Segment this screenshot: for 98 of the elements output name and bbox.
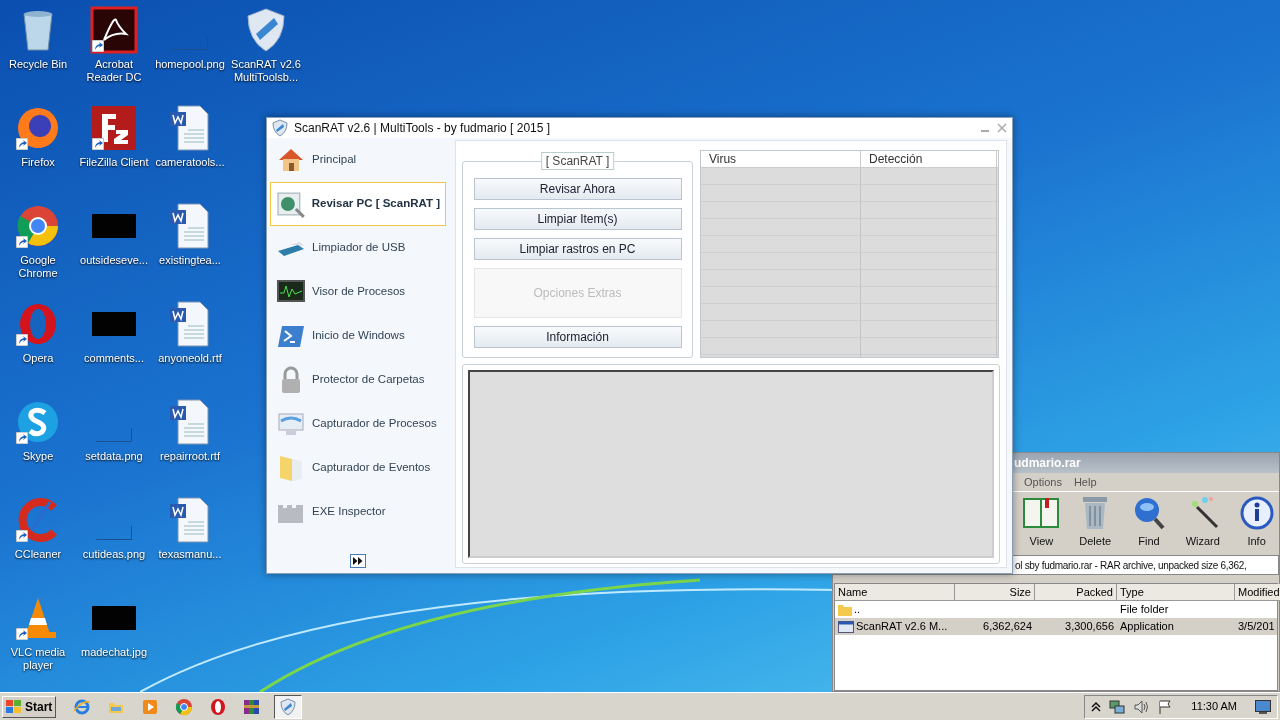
- image-file-icon: [172, 36, 208, 50]
- browser-e-icon: [73, 697, 92, 716]
- toolbar-button[interactable]: View: [1019, 494, 1064, 549]
- shortcut-arrow-icon: [16, 138, 28, 150]
- table-cell-text: ScanRAT v2.6 M...: [856, 619, 948, 635]
- play-icon: [141, 697, 160, 716]
- menu-item[interactable]: Options: [1024, 473, 1062, 491]
- desktop-icon-label: Google Chrome: [17, 254, 59, 280]
- group-title: [ ScanRAT ]: [540, 152, 615, 170]
- desktop-icon-label: VLC media player: [9, 646, 67, 672]
- image-file-icon: [92, 214, 136, 238]
- image-file-icon: [92, 312, 136, 336]
- shortcut-arrow-icon: [16, 236, 28, 248]
- shortcut-arrow-icon: [16, 432, 28, 444]
- folder-icon: [838, 603, 852, 616]
- table-cell-text: 3/5/201: [1238, 619, 1275, 635]
- shortcut-arrow-icon: [16, 334, 28, 346]
- archive-path-text: ol sby fudmario.rar - RAR archive, unpacked size 6,362,: [1015, 558, 1247, 573]
- opera-icon: [209, 697, 228, 716]
- filezilla-icon: [90, 104, 138, 152]
- desktop-icon-label: FileZilla Client: [78, 156, 150, 169]
- action-button[interactable]: Limpiar rastros en PC: [473, 238, 682, 260]
- desktop-icon-label: outsideseve...: [79, 254, 149, 267]
- window-title: udmario.rar: [1014, 455, 1081, 472]
- desktop-icon-label: repairroot.rtf: [159, 450, 221, 463]
- column-header[interactable]: Type: [1117, 584, 1235, 601]
- desktop-icon-label: CCleaner: [13, 548, 63, 561]
- image-file-icon: [92, 606, 136, 630]
- file-row[interactable]: ScanRAT v2.6 M... 6,362,624 3,300,656 Application 3/5/201: [835, 618, 1277, 635]
- sidebar-item[interactable]: Capturador de Eventos: [270, 446, 446, 490]
- action-button[interactable]: Información: [473, 326, 682, 348]
- shortcut-arrow-icon: [92, 40, 104, 52]
- sidebar-item[interactable]: Protector de Carpetas: [270, 358, 446, 402]
- desktop-icon-label: Recycle Bin: [7, 58, 69, 71]
- archive-books-icon: [243, 697, 262, 716]
- desktop-shortcut[interactable]: [90, 6, 138, 54]
- flag-icon[interactable]: [1157, 698, 1174, 715]
- menu-item[interactable]: Help: [1073, 473, 1097, 491]
- column-header[interactable]: Packed: [1035, 584, 1117, 601]
- desktop-icon-label: texasmanu...: [157, 548, 223, 561]
- window-title: ScanRAT v2.6 | MultiTools - by fudmario [ 2015 ]: [294, 120, 551, 137]
- desktop-icon-label: setdata.png: [84, 450, 144, 463]
- desktop-icon-label: Acrobat Reader DC: [85, 58, 143, 84]
- toolbar-button[interactable]: Info: [1234, 494, 1279, 549]
- sidebar-item[interactable]: Principal: [270, 138, 446, 182]
- sidebar-item[interactable]: EXE Inspector: [270, 490, 446, 534]
- pdf-app-icon: [90, 6, 138, 54]
- shield-icon: [271, 119, 289, 137]
- toolbar-button[interactable]: Find: [1126, 494, 1172, 549]
- shortcut-arrow-icon: [16, 628, 28, 640]
- network-icon[interactable]: [1109, 698, 1126, 715]
- desktop-icon-label: anyoneold.rtf: [157, 352, 223, 365]
- image-file-icon: [96, 428, 132, 442]
- magnifier-document-icon: [276, 189, 306, 219]
- column-header[interactable]: Modified: [1235, 584, 1280, 601]
- speaker-icon[interactable]: [1133, 698, 1150, 715]
- column-header[interactable]: Size: [955, 584, 1035, 601]
- desktop-icon-label: ScanRAT v2.6 MultiToolsb...: [230, 58, 302, 84]
- fast-forward-icon[interactable]: [350, 554, 366, 568]
- clock[interactable]: 11:30 AM: [1191, 698, 1237, 715]
- sidebar-item[interactable]: Capturador de Procesos: [270, 402, 446, 446]
- chevron-up-icon[interactable]: [1091, 700, 1102, 713]
- toolbar-button[interactable]: Delete: [1072, 494, 1118, 549]
- action-button[interactable]: Limpiar Item(s): [473, 208, 682, 230]
- column-header[interactable]: Name: [835, 584, 955, 601]
- desktop-icon-label: homepool.png: [154, 58, 226, 71]
- application-icon: [838, 620, 854, 633]
- table-cell-text: 3,300,656: [1065, 619, 1114, 635]
- desktop-icon-label: comments...: [83, 352, 145, 365]
- desktop-icon-label: Firefox: [20, 156, 56, 169]
- show-desktop-icon[interactable]: [1255, 699, 1271, 714]
- image-file-icon: [96, 526, 132, 540]
- desktop-icon-label: cameratools...: [154, 156, 226, 169]
- desktop-icon-label: cutideas.png: [81, 548, 147, 561]
- taskbar-button[interactable]: [274, 694, 303, 719]
- start-button[interactable]: Start: [2, 695, 57, 718]
- column-header[interactable]: Detección: [861, 151, 997, 167]
- chrome-icon: [175, 697, 194, 716]
- sidebar-item[interactable]: Revisar PC [ ScanRAT ]: [270, 182, 446, 226]
- action-button[interactable]: Revisar Ahora: [473, 178, 682, 200]
- sidebar-item[interactable]: Visor de Procesos: [270, 270, 446, 314]
- desktop-icon-label: Skype: [21, 450, 55, 463]
- windows-logo-icon: [6, 699, 22, 714]
- sidebar-item[interactable]: Inicio de Windows: [270, 314, 446, 358]
- desktop-icon-label: existingtea...: [158, 254, 222, 267]
- desktop-icon-label: madechat.jpg: [79, 646, 148, 659]
- sidebar-item[interactable]: Limpiador de USB: [270, 226, 446, 270]
- table-cell-text: Application: [1120, 619, 1174, 635]
- table-cell-text: ..: [854, 602, 861, 618]
- table-cell-text: 6,362,624: [983, 619, 1032, 635]
- toolbar-button[interactable]: Wizard: [1180, 494, 1226, 549]
- shield-icon: [279, 697, 298, 716]
- table-cell-text: File folder: [1120, 602, 1169, 618]
- shortcut-arrow-icon: [92, 138, 104, 150]
- shortcut-arrow-icon: [16, 530, 28, 542]
- desktop-icon-label: Opera: [21, 352, 55, 365]
- desktop-shortcut[interactable]: [90, 104, 138, 152]
- column-header[interactable]: Virus: [701, 151, 861, 167]
